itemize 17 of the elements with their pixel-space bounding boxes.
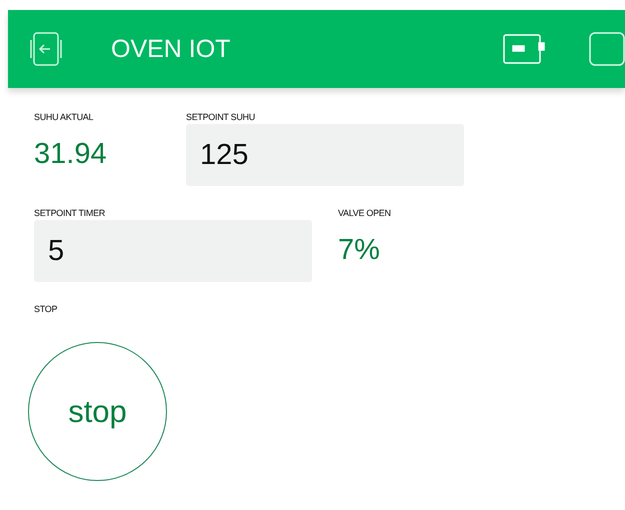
value-display: 31.94 — [34, 138, 108, 171]
widget-label: SETPOINT TIMER — [34, 207, 106, 220]
input-field[interactable]: 125 — [186, 124, 464, 186]
widget-label: SUHU AKTUAL — [34, 111, 94, 124]
stop-button[interactable]: stop — [28, 342, 167, 481]
exit-icon — [28, 32, 64, 66]
exit-button[interactable] — [28, 32, 64, 66]
widget-label: SETPOINT SUHU — [186, 111, 256, 124]
widget-label: STOP — [34, 303, 58, 316]
square-icon — [589, 32, 625, 66]
input-field[interactable]: 5 — [34, 220, 312, 282]
device-icon — [503, 34, 545, 64]
square-button[interactable] — [589, 32, 625, 66]
app-title: OVEN IOT — [111, 34, 232, 64]
device-button[interactable] — [503, 34, 545, 64]
value-display: 7% — [338, 234, 381, 267]
widget-label: VALVE OPEN — [338, 207, 392, 220]
